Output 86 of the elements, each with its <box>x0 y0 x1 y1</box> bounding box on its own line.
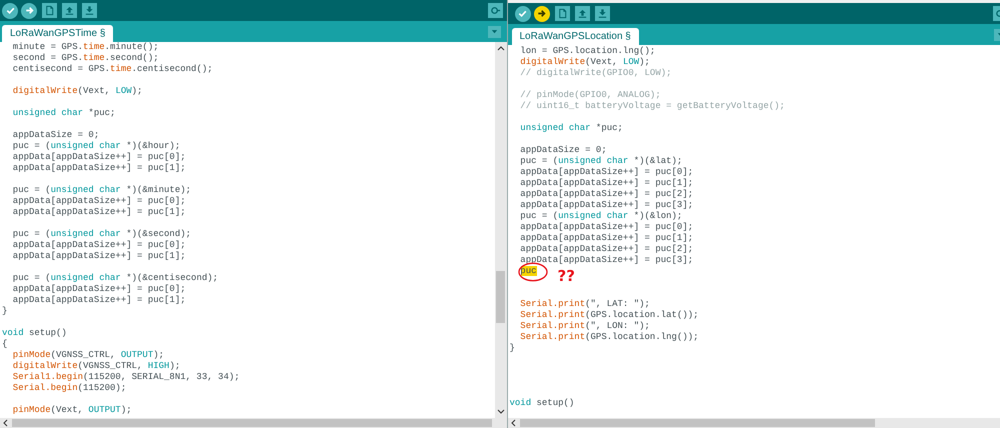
magnifier-icon <box>490 5 500 16</box>
check-icon <box>4 5 16 16</box>
code-line: puc = (unsigned char *)(&hour); <box>12 141 180 152</box>
open-button[interactable] <box>574 6 590 21</box>
code-line: digitalWrite(VGNSS_CTRL, HIGH); <box>12 361 180 372</box>
arrow-right-icon <box>536 8 547 19</box>
code-line: appData[appDataSize++] = puc[0]; <box>12 196 186 207</box>
code-line: appData[appDataSize++] = puc[0]; <box>12 152 186 163</box>
code-line: appData[appDataSize++] = puc[0]; <box>519 222 694 233</box>
code-line: puc = (unsigned char *)(&second); <box>12 229 192 240</box>
code-line: appData[appDataSize++] = puc[1]; <box>519 233 694 244</box>
code-line: appData[appDataSize++] = puc[1]; <box>12 163 186 174</box>
code-line: appData[appDataSize++] = puc[3]; <box>519 255 694 266</box>
annotation-text: ?? <box>558 268 575 284</box>
code-line: appData[appDataSize++] = puc[1]; <box>12 251 186 262</box>
code-line: digitalWrite(Vext, LOW); <box>519 57 650 68</box>
upload-arrow-icon <box>576 8 588 19</box>
code-line: appData[appDataSize++] = puc[2]; <box>519 244 694 255</box>
file-tab[interactable]: LoRaWanGPSLocation § <box>512 28 639 45</box>
file-tab[interactable]: LoRaWanGPSTime § <box>2 25 114 42</box>
code-line: void setup() <box>2 328 67 339</box>
arrow-right-icon <box>24 5 34 16</box>
upload-arrow-icon <box>64 5 75 16</box>
horizontal-scrollbar[interactable] <box>0 418 506 428</box>
left-caret-icon <box>510 419 516 427</box>
upload-button[interactable] <box>21 2 37 18</box>
code-line: Serial1.begin(115200, SERIAL_8N1, 33, 34); <box>12 372 240 383</box>
code-line: Serial.print(", LON: "); <box>519 321 650 332</box>
upload-button[interactable] <box>534 6 550 22</box>
code-line: digitalWrite(Vext, LOW); <box>12 86 142 97</box>
code-line: } <box>510 343 515 354</box>
code-line: appData[appDataSize++] = puc[1]; <box>12 207 186 218</box>
code-line: lon = GPS.location.lng(); <box>519 46 656 57</box>
code-line: second = GPS.time.second(); <box>12 53 159 64</box>
code-line: appData[appDataSize++] = puc[3]; <box>519 200 694 211</box>
serial-monitor-button[interactable] <box>488 3 502 18</box>
code-line: // digitalWrite(GPIO0, LOW); <box>519 68 672 79</box>
left-caret-icon <box>2 419 8 427</box>
code-line: appDataSize = 0; <box>519 145 607 156</box>
code-line: centisecond = GPS.time.centisecond(); <box>12 64 213 75</box>
code-line: appData[appDataSize++] = puc[2]; <box>519 189 694 200</box>
verify-button[interactable] <box>514 6 530 22</box>
code-line: puc = (unsigned char *)(&centisecond); <box>12 273 218 284</box>
download-arrow-icon <box>596 8 608 19</box>
tab-menu-button[interactable] <box>488 26 500 38</box>
code-line: appData[appDataSize++] = puc[0]; <box>12 240 186 251</box>
code-line: puc = (unsigned char *)(&lat); <box>519 156 682 167</box>
caret-icon <box>490 27 498 36</box>
code-line: { <box>2 339 8 350</box>
code-line: // pinMode(GPIO0, ANALOG); <box>519 90 661 101</box>
down-caret-icon <box>496 409 504 415</box>
check-icon <box>517 8 528 19</box>
code-line: void setup() <box>510 398 574 409</box>
code-line: appData[appDataSize++] = puc[0]; <box>519 167 694 178</box>
code-line: Serial.print(GPS.location.lat()); <box>519 310 699 321</box>
scrollbar-thumb[interactable] <box>496 271 505 323</box>
code-line: pinMode(VGNSS_CTRL, OUTPUT); <box>12 350 164 361</box>
code-line: Serial.print(", LAT: "); <box>519 299 650 310</box>
code-line: appData[appDataSize++] = puc[0]; <box>12 284 186 295</box>
code-line: appDataSize = 0; <box>12 130 100 141</box>
up-caret-icon <box>496 45 504 51</box>
code-line: minute = GPS.time.minute(); <box>12 42 159 53</box>
code-line: // uint16_t batteryVoltage = getBatteryVoltage(); <box>519 101 785 112</box>
document-icon <box>556 8 568 19</box>
code-line: Serial.begin(115200); <box>12 383 126 394</box>
scrollbar-thumb[interactable] <box>520 419 874 427</box>
save-button[interactable] <box>82 3 97 18</box>
code-line: Serial.print(GPS.location.lng()); <box>519 332 699 343</box>
code-line: puc = (unsigned char *)(&lon); <box>519 211 682 222</box>
code-line: } <box>2 306 8 317</box>
code-line: unsigned char *puc; <box>12 108 116 119</box>
code-line: appData[appDataSize++] = puc[1]; <box>12 295 186 306</box>
code-line: appData[appDataSize++] = puc[1]; <box>519 178 694 189</box>
verify-button[interactable] <box>2 2 18 18</box>
code-line: puc = (unsigned char *)(&minute); <box>12 185 192 196</box>
download-arrow-icon <box>84 5 95 16</box>
vertical-scrollbar[interactable] <box>494 42 506 418</box>
new-button[interactable] <box>42 3 57 18</box>
new-button[interactable] <box>554 6 570 21</box>
save-button[interactable] <box>594 6 610 21</box>
code-line: pinMode(Vext, OUTPUT); <box>12 405 132 416</box>
horizontal-scrollbar[interactable] <box>508 418 1000 428</box>
document-icon <box>44 5 55 16</box>
open-button[interactable] <box>62 3 77 18</box>
code-line: unsigned char *puc; <box>519 123 623 134</box>
scrollbar-thumb[interactable] <box>12 419 492 427</box>
